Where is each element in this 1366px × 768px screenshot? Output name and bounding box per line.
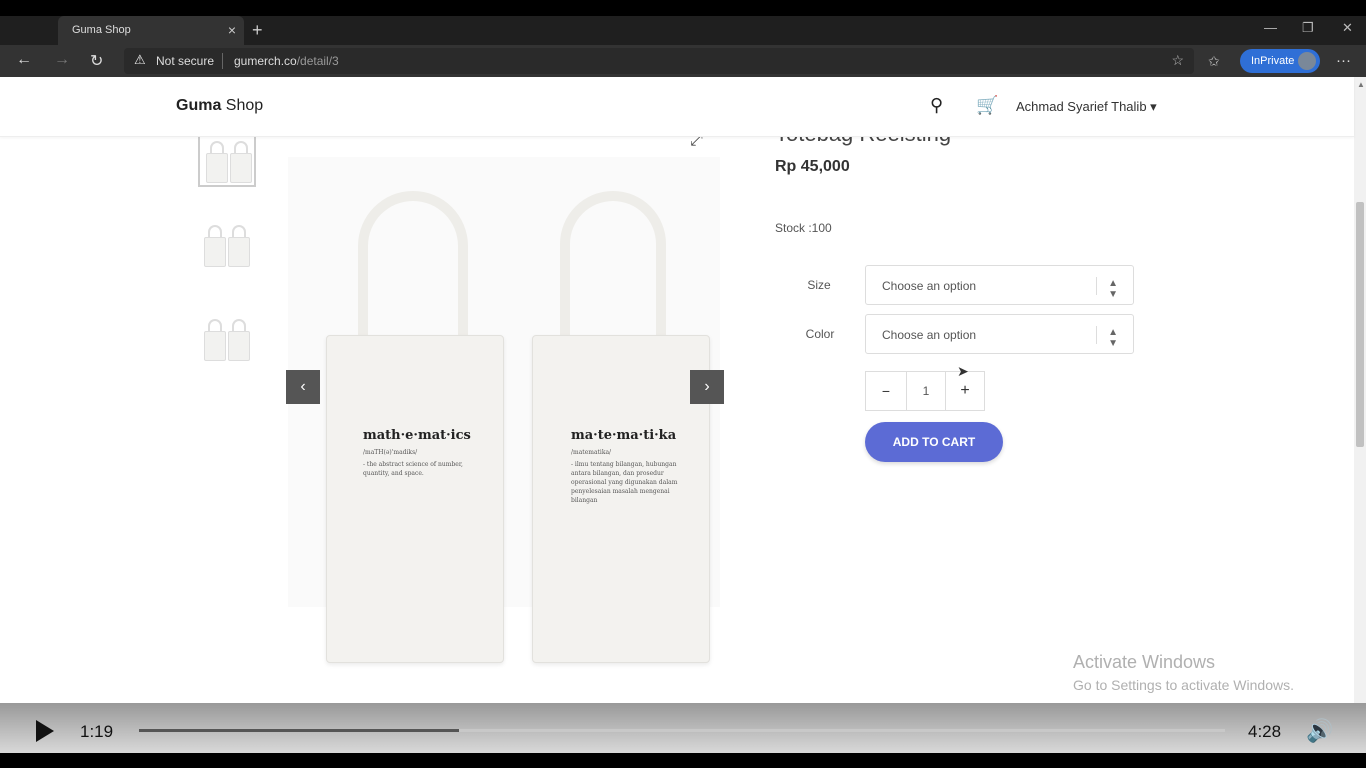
inprivate-badge[interactable]: InPrivate	[1240, 49, 1320, 73]
watermark-subtitle: Go to Settings to activate Windows.	[1073, 677, 1294, 693]
favorites-icon[interactable]: ✩	[1208, 53, 1220, 70]
product-image: math·e·mat·ics /maTH(ə)'madiks/ - the ab…	[288, 157, 720, 663]
bag-left: math·e·mat·ics /maTH(ə)'madiks/ - the ab…	[326, 335, 504, 663]
scroll-up-icon[interactable]: ▲	[1357, 80, 1365, 89]
carousel-prev-button[interactable]: ‹	[286, 370, 320, 404]
brand-logo[interactable]: Guma Shop	[176, 97, 263, 115]
user-menu[interactable]: Achmad Syarief Thalib ▾	[1016, 99, 1157, 115]
restore-icon[interactable]: ❐	[1302, 20, 1314, 36]
scroll-thumb[interactable]	[1356, 202, 1364, 447]
bag-handle	[560, 191, 666, 341]
new-tab-icon[interactable]: +	[252, 20, 263, 41]
security-label: Not secure	[156, 54, 215, 68]
windows-activation-watermark: Activate Windows Go to Settings to activ…	[1073, 652, 1294, 693]
add-to-cart-button[interactable]: ADD TO CART	[865, 422, 1003, 462]
qty-minus-button[interactable]: −	[866, 372, 906, 410]
size-select[interactable]: Choose an option ▲ ▼	[865, 265, 1134, 305]
color-label: Color	[805, 327, 835, 341]
sort-arrows-icon: ▲ ▼	[1108, 278, 1118, 300]
volume-icon[interactable]: 🔊	[1306, 718, 1333, 744]
product-price: Rp 45,000	[775, 158, 850, 175]
window-close-icon[interactable]: ✕	[1342, 20, 1353, 36]
bag-right: ma·te·ma·ti·ka /matematika/ - ilmu tenta…	[532, 335, 710, 663]
bag-left-title: math·e·mat·ics	[363, 428, 471, 443]
forward-icon[interactable]: →	[54, 51, 70, 69]
seek-progress	[139, 729, 460, 732]
size-label: Size	[807, 278, 831, 292]
back-icon[interactable]: ←	[16, 51, 32, 69]
bag-left-definition: - the abstract science of number, quanti…	[363, 461, 463, 477]
bag-right-title: ma·te·ma·ti·ka	[571, 428, 677, 443]
reload-icon[interactable]: ↻	[90, 51, 103, 71]
divider	[222, 53, 223, 69]
warning-icon: ⚠	[134, 52, 146, 67]
url-field[interactable]: ⚠ Not secure gumerch.co/detail/3 ☆	[124, 48, 1194, 74]
total-time: 4:28	[1248, 722, 1282, 741]
address-bar-row: ← → ↻ ⚠ Not secure gumerch.co/detail/3 ☆…	[0, 45, 1366, 77]
sort-arrows-icon: ▲ ▼	[1108, 327, 1118, 349]
bag-right-phonetic: /matematika/	[571, 449, 612, 456]
cart-icon[interactable]: 🛒	[976, 95, 998, 116]
product-thumbnail[interactable]	[198, 217, 256, 273]
color-select-value: Choose an option	[882, 328, 977, 342]
bag-right-definition: - ilmu tentang bilangan, hubungan antara…	[571, 461, 678, 504]
tab-close-icon[interactable]: ×	[228, 22, 236, 38]
qty-input[interactable]: 1	[906, 372, 946, 410]
current-time: 1:19	[80, 722, 114, 741]
bag-left-phonetic: /maTH(ə)'madiks/	[363, 449, 418, 456]
browser-tab[interactable]: Guma Shop ×	[58, 16, 244, 45]
search-icon[interactable]: ⚲	[930, 95, 943, 116]
url-text: gumerch.co/detail/3	[234, 54, 339, 68]
mouse-cursor-icon: ➤	[957, 363, 969, 379]
stock-text: Stock :100	[775, 221, 832, 235]
inprivate-label: InPrivate	[1251, 55, 1295, 67]
site-header: Guma Shop ⚲ 🛒 Achmad Syarief Thalib ▾	[0, 77, 1354, 137]
more-icon[interactable]: ···	[1336, 52, 1351, 69]
page-scrollbar[interactable]: ▲	[1354, 77, 1366, 703]
profile-avatar	[1298, 52, 1316, 70]
color-select[interactable]: Choose an option ▲ ▼	[865, 314, 1134, 354]
product-thumbnail[interactable]	[198, 311, 256, 367]
seek-bar[interactable]	[139, 729, 1225, 732]
carousel-next-button[interactable]: ›	[690, 370, 724, 404]
bag-handle	[358, 191, 468, 341]
tab-title: Guma Shop	[72, 24, 131, 36]
add-favorite-icon[interactable]: ☆	[1171, 52, 1184, 69]
video-controls: 1:19 4:28 🔊	[0, 703, 1366, 753]
page: Guma Shop ⚲ 🛒 Achmad Syarief Thalib ▾ ▲ …	[0, 77, 1366, 703]
minimize-icon[interactable]: —	[1264, 20, 1277, 35]
watermark-title: Activate Windows	[1073, 652, 1216, 672]
product-thumbnail[interactable]	[198, 131, 256, 187]
screen: ⌗ ✕ Guma Shop × + — ❐ ✕ ← → ↻ ⚠ Not secu…	[0, 0, 1366, 768]
size-select-value: Choose an option	[882, 279, 977, 293]
browser-tab-bar: Guma Shop × + — ❐ ✕	[0, 16, 1366, 45]
play-icon[interactable]	[36, 720, 54, 742]
